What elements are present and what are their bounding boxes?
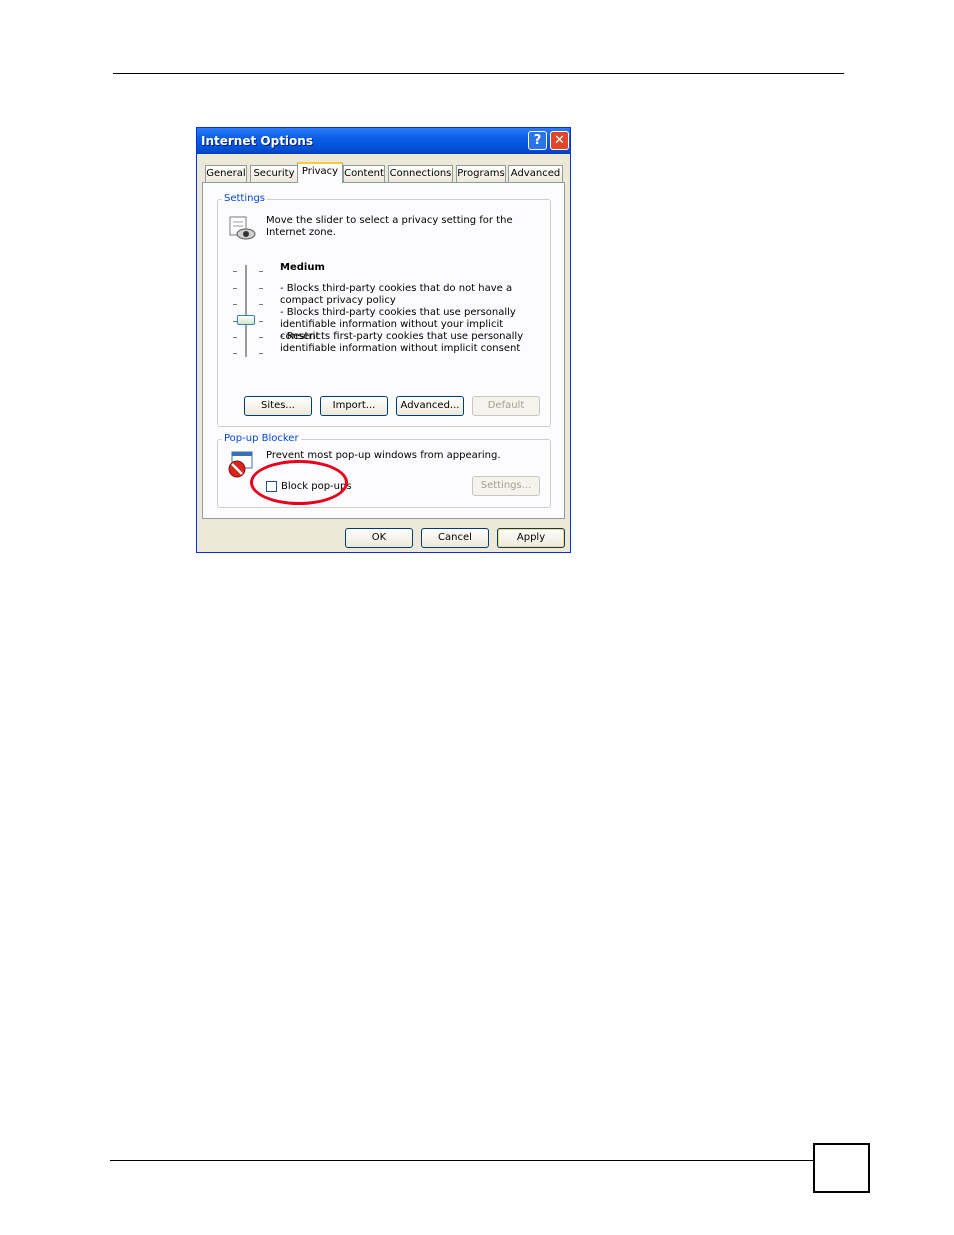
advanced-button[interactable]: Advanced... [396,396,464,416]
sites-button[interactable]: Sites... [244,396,312,416]
ok-button[interactable]: OK [345,528,413,548]
settings-group-label: Settings [222,193,268,204]
tab-connections[interactable]: Connections [388,165,453,182]
slider-instructions: Move the slider to select a privacy sett… [266,215,513,238]
popup-blocker-icon [226,450,256,478]
privacy-level-title: Medium [280,262,325,273]
help-icon[interactable]: ? [528,131,547,150]
tab-programs[interactable]: Programs [456,165,506,182]
cancel-button[interactable]: Cancel [421,528,489,548]
tab-privacy[interactable]: Privacy [297,162,343,183]
privacy-slider-thumb[interactable] [237,315,255,325]
privacy-level-description-3: - Restricts first-party cookies that use… [280,331,524,354]
apply-button[interactable]: Apply [497,528,565,548]
footer-rule [110,1160,814,1161]
tab-content[interactable]: Content [343,165,385,182]
tab-general[interactable]: General [205,165,247,182]
tab-security[interactable]: Security [250,165,298,182]
privacy-icon [228,215,256,241]
popup-settings-button[interactable]: Settings... [472,476,540,496]
popup-blocker-group-label: Pop-up Blocker [222,433,301,444]
privacy-panel: Settings Move the slider to select a pri… [202,182,565,519]
annotation-ellipse [250,460,348,505]
page-number-box [813,1143,870,1193]
header-rule [113,73,844,74]
tab-advanced[interactable]: Advanced [508,165,563,182]
import-button[interactable]: Import... [320,396,388,416]
privacy-slider-track[interactable] [245,265,247,357]
dialog-title: Internet Options [201,134,313,148]
default-button[interactable]: Default [472,396,540,416]
privacy-level-description-1: - Blocks third-party cookies that do not… [280,283,513,306]
close-icon[interactable]: ✕ [550,131,569,150]
title-bar[interactable]: Internet Options ? ✕ [197,128,570,154]
